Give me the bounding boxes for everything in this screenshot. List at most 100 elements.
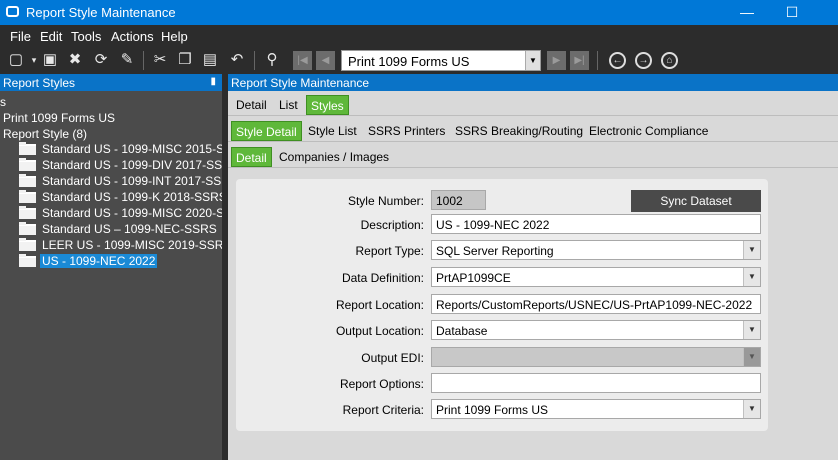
maximize-button[interactable]: ☐ (769, 0, 815, 25)
app-icon (6, 6, 19, 17)
toolbar-separator (597, 51, 598, 70)
menu-file[interactable]: File (10, 29, 31, 44)
style-tabs: Style Detail Style List SSRS Printers SS… (228, 117, 838, 142)
report-location-value: Reports/CustomReports/USNEC/US-PrtAP1099… (436, 298, 753, 312)
delete-icon[interactable]: ✖ (65, 50, 85, 70)
output-location-label: Output Location: (335, 324, 424, 338)
chevron-down-icon[interactable]: ▼ (743, 400, 760, 418)
data-definition-label: Data Definition: (341, 271, 424, 285)
output-location-dropdown[interactable]: Database ▼ (431, 320, 761, 340)
panel-title: Report Styles (3, 76, 76, 90)
tab-companies-images[interactable]: Companies / Images (279, 147, 389, 167)
report-location-field[interactable]: Reports/CustomReports/USNEC/US-PrtAP1099… (431, 294, 761, 314)
tab-electronic-compliance[interactable]: Electronic Compliance (589, 121, 708, 141)
tab-style-list[interactable]: Style List (308, 121, 357, 141)
panel-header: Report Styles ▮ (0, 74, 222, 91)
previous-record-icon[interactable]: ◀ (316, 51, 335, 70)
menu-tools[interactable]: Tools (71, 29, 101, 44)
tree-root[interactable]: s (0, 95, 6, 109)
output-edi-dropdown: ▼ (431, 347, 761, 367)
tree-group-node[interactable]: Report Style (8) (3, 127, 87, 141)
tab-detail[interactable]: Detail (236, 95, 267, 115)
folder-icon (19, 142, 36, 155)
home-icon[interactable]: ⌂ (661, 52, 678, 69)
tab-list[interactable]: List (279, 95, 298, 115)
report-type-dropdown[interactable]: SQL Server Reporting ▼ (431, 240, 761, 260)
tree-style-label: Standard US - 1099-DIV 2017-SSR (42, 158, 231, 172)
report-type-label: Report Type: (355, 244, 424, 258)
menu-edit[interactable]: Edit (40, 29, 62, 44)
panel-title: Report Style Maintenance (231, 76, 370, 90)
chevron-down-icon: ▼ (743, 348, 760, 366)
folder-icon (19, 206, 36, 219)
save-icon[interactable]: ▣ (40, 50, 60, 70)
folder-icon (19, 238, 36, 251)
toolbar-separator (143, 51, 144, 70)
record-select[interactable]: Print 1099 Forms US ▼ (341, 50, 541, 71)
tab-detail-inner[interactable]: Detail (231, 147, 272, 167)
menu-bar: File Edit Tools Actions Help (0, 25, 838, 47)
description-value: US - 1099-NEC 2022 (436, 218, 550, 232)
title-bar: Report Style Maintenance — ☐ (0, 0, 838, 25)
output-edi-label: Output EDI: (361, 351, 424, 365)
tree-style-label: Standard US - 1099-K 2018-SSRS (42, 190, 227, 204)
report-location-label: Report Location: (335, 298, 424, 312)
clear-icon[interactable]: ✎ (117, 50, 137, 70)
folder-icon (19, 222, 36, 235)
undo-icon[interactable]: ↶ (227, 50, 247, 70)
window-title: Report Style Maintenance (26, 5, 176, 20)
report-criteria-dropdown[interactable]: Print 1099 Forms US ▼ (431, 399, 761, 419)
binoculars-icon[interactable]: ⚲ (262, 50, 282, 70)
menu-actions[interactable]: Actions (111, 29, 154, 44)
copy-icon[interactable]: ❐ (175, 50, 195, 70)
folder-icon (19, 190, 36, 203)
description-label: Description: (360, 218, 424, 232)
chevron-down-icon[interactable]: ▼ (743, 321, 760, 339)
report-style-maintenance-panel: Report Style Maintenance Detail List Sty… (228, 74, 838, 460)
menu-help[interactable]: Help (161, 29, 188, 44)
chevron-down-icon[interactable]: ▼ (743, 268, 760, 286)
last-record-icon[interactable]: ▶| (570, 51, 589, 70)
description-field[interactable]: US - 1099-NEC 2022 (431, 214, 761, 234)
tree-style-label: Standard US - 1099-INT 2017-SSR (42, 174, 230, 188)
tree-style-label: Standard US – 1099-NEC-SSRS (42, 222, 217, 236)
main-tabs: Detail List Styles (228, 91, 838, 116)
report-options-label: Report Options: (339, 377, 424, 391)
data-definition-value: PrtAP1099CE (436, 271, 511, 285)
next-record-icon[interactable]: ▶ (547, 51, 566, 70)
tree-style-label: Standard US - 1099-MISC 2015-S (42, 142, 225, 156)
tab-ssrs-printers[interactable]: SSRS Printers (368, 121, 445, 141)
tab-styles[interactable]: Styles (306, 95, 349, 115)
report-criteria-label: Report Criteria: (342, 403, 424, 417)
pin-icon[interactable]: ▮ (210, 76, 216, 87)
forward-icon[interactable]: → (635, 52, 652, 69)
tab-style-detail[interactable]: Style Detail (231, 121, 302, 141)
report-options-field[interactable] (431, 373, 761, 393)
refresh-icon[interactable]: ⟳ (91, 50, 111, 70)
tree-report-node[interactable]: Print 1099 Forms US (3, 111, 115, 125)
data-definition-dropdown[interactable]: PrtAP1099CE ▼ (431, 267, 761, 287)
minimize-button[interactable]: — (724, 0, 770, 25)
tree-style-label: LEER US - 1099-MISC 2019-SSRS (42, 238, 232, 252)
chevron-down-icon[interactable]: ▼ (743, 241, 760, 259)
report-styles-panel: Report Styles ▮ s Print 1099 Forms US Re… (0, 74, 231, 460)
sync-dataset-button[interactable]: Sync Dataset (631, 190, 761, 212)
record-select-value: Print 1099 Forms US (348, 54, 470, 69)
tree-style-label: US - 1099-NEC 2022 (40, 254, 158, 268)
toolbar-separator (254, 51, 255, 70)
folder-icon (19, 254, 36, 267)
style-number-field: 1002 (431, 190, 486, 210)
folder-icon (19, 174, 36, 187)
back-icon[interactable]: ← (609, 52, 626, 69)
new-icon[interactable]: ▢ (6, 50, 26, 70)
toolbar: ▢ ▾ ▣ ✖ ⟳ ✎ ✂ ❐ ▤ ↶ ⚲ |◀ ◀ Print 1099 Fo… (0, 47, 838, 74)
paste-icon[interactable]: ▤ (200, 50, 220, 70)
tab-ssrs-breaking-routing[interactable]: SSRS Breaking/Routing (455, 121, 583, 141)
detail-tabs: Detail Companies / Images (228, 143, 838, 168)
first-record-icon[interactable]: |◀ (293, 51, 312, 70)
style-number-value: 1002 (436, 194, 463, 208)
tree-style-label: Standard US - 1099-MISC 2020-S (42, 206, 225, 220)
output-location-value: Database (436, 324, 488, 338)
cut-icon[interactable]: ✂ (150, 50, 170, 70)
chevron-down-icon[interactable]: ▼ (525, 51, 540, 70)
